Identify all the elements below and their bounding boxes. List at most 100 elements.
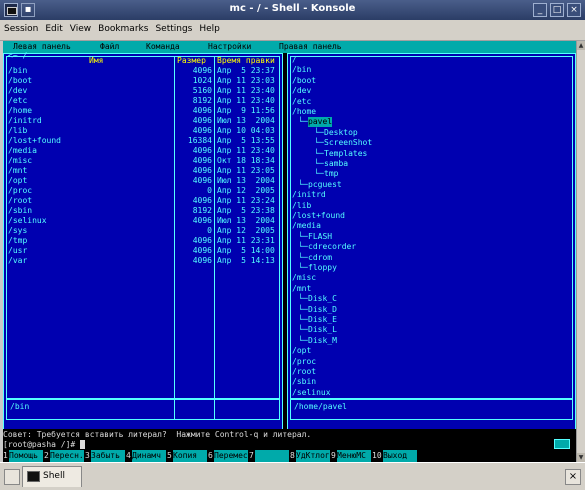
file-name: /lost+found <box>8 136 61 145</box>
tree-item[interactable]: /etc <box>292 97 311 107</box>
scroll-down-icon[interactable]: ▼ <box>577 453 585 462</box>
file-mtime: Апр 9 11:56 <box>217 106 275 115</box>
function-key-bar: 1 Помощь 2 Пересн. 3 Забыть 4 Динамч 5 Копия 6 Пере… <box>3 450 576 462</box>
tree-item[interactable]: ScreenShot <box>324 138 372 148</box>
fkey-number: 4 <box>126 450 131 462</box>
tree-item[interactable]: /home <box>292 107 316 117</box>
tree-branch-icon: └─ <box>298 325 308 335</box>
tree-item[interactable]: Disk_D <box>308 305 337 315</box>
tree-item[interactable]: /boot <box>292 76 316 86</box>
tree-branch-icon: └─ <box>298 335 308 345</box>
file-name: /media <box>8 146 37 155</box>
fkey-3-button[interactable]: Забыть <box>91 450 125 462</box>
mc-menu-right-panel[interactable]: Правая панель <box>279 41 342 53</box>
right-mini-status: /home/pavel <box>294 402 347 411</box>
tree-item[interactable]: /opt <box>292 346 311 356</box>
minimize-button[interactable]: _ <box>533 3 547 17</box>
maximize-button[interactable]: □ <box>550 3 564 17</box>
tree-item[interactable]: /lost+found <box>292 211 345 221</box>
menu-bookmarks[interactable]: Bookmarks <box>94 20 151 34</box>
tree-item[interactable]: pcguest <box>308 180 342 190</box>
file-mtime: Июл 13 2004 <box>217 116 275 125</box>
menu-settings[interactable]: Settings <box>151 20 195 34</box>
fkey-4-button[interactable]: Динамч <box>132 450 166 462</box>
screen-indicator-icon <box>554 439 570 449</box>
fkey-6-button[interactable]: Перемес <box>214 450 248 462</box>
fkey-7-button[interactable] <box>255 450 289 462</box>
tree-item[interactable]: /initrd <box>292 190 326 200</box>
file-mtime: Апр 11 23:40 <box>217 86 275 95</box>
command-line[interactable]: [root@pasha /]# <box>3 439 576 450</box>
tree-branch-icon: └─ <box>298 179 308 189</box>
mc-menu-command[interactable]: Команда <box>146 41 180 53</box>
tree-item[interactable]: /misc <box>292 273 316 283</box>
left-panel[interactable]: <~ / Имя Размер Время правки /bin 4096 Апр… <box>3 51 283 466</box>
fkey-number: 3 <box>85 450 90 462</box>
fkey-2-button[interactable]: Пересн. <box>50 450 84 462</box>
close-session-button[interactable]: × <box>565 469 581 485</box>
tree-item-selected[interactable]: pavel <box>308 117 333 128</box>
menu-session[interactable]: Session <box>0 20 41 34</box>
fkey-1-button[interactable]: Помощь <box>9 450 43 462</box>
file-size: 0 <box>207 226 212 235</box>
terminal-scrollbar[interactable]: ▲ ▼ <box>576 41 585 462</box>
file-size: 4096 <box>192 216 212 225</box>
tree-item[interactable]: Disk_E <box>308 315 337 325</box>
right-panel-tree[interactable]: //bin/boot/dev/etc/home └─ pavel └─ Desktop └… <box>287 53 576 466</box>
menu-view[interactable]: View <box>66 20 94 34</box>
fkey-number: 5 <box>167 450 172 462</box>
column-header-size[interactable]: Размер <box>177 56 206 66</box>
tree-item[interactable]: /proc <box>292 357 316 367</box>
tree-item[interactable]: Disk_C <box>308 294 337 304</box>
tree-item[interactable]: Desktop <box>324 128 358 138</box>
fkey-5-button[interactable]: Копия <box>173 450 207 462</box>
tree-item[interactable]: tmp <box>324 169 338 179</box>
tree-item[interactable]: /root <box>292 367 316 377</box>
column-header-name[interactable]: Имя <box>89 56 103 66</box>
tree-item[interactable]: Disk_L <box>308 325 337 335</box>
column-header-time[interactable]: Время правки <box>217 56 275 66</box>
file-size: 4096 <box>192 236 212 245</box>
file-name: /home <box>8 106 33 115</box>
file-size: 4096 <box>192 256 212 265</box>
file-name: /usr <box>8 246 28 255</box>
tree-item[interactable]: FLASH <box>308 232 332 242</box>
tree-item[interactable]: samba <box>324 159 348 169</box>
tree-item[interactable]: cdrecorder <box>308 242 356 252</box>
tree-item[interactable]: /sbin <box>292 377 316 387</box>
terminal-screen[interactable]: Левая панель Файл Команда Настройки Прав… <box>3 41 576 466</box>
window-titlebar[interactable]: ▪ mc - / - Shell - Konsole _ □ × <box>0 0 585 20</box>
fkey-number: 7 <box>249 450 254 462</box>
fkey-number: 1 <box>3 450 8 462</box>
menu-edit[interactable]: Edit <box>41 20 65 34</box>
tree-item[interactable]: Disk_M <box>308 336 337 346</box>
file-name: /root <box>8 196 33 205</box>
fkey-9-button[interactable]: МенюМС <box>337 450 371 462</box>
tree-item[interactable]: /bin <box>292 65 311 75</box>
tree-item[interactable]: /mnt <box>292 284 311 294</box>
mc-menu-settings[interactable]: Настройки <box>208 41 251 53</box>
mc-menu-file[interactable]: Файл <box>100 41 119 53</box>
new-session-button[interactable] <box>4 469 20 485</box>
file-size: 4096 <box>192 166 212 175</box>
tree-item[interactable]: / <box>292 55 297 65</box>
tree-item[interactable]: Templates <box>324 149 367 159</box>
file-size: 4096 <box>192 116 212 125</box>
fkey-8-button[interactable]: УдКтлог <box>296 450 330 462</box>
fkey-10-button[interactable]: Выход <box>383 450 417 462</box>
file-size: 4096 <box>192 246 212 255</box>
tree-item[interactable]: /dev <box>292 86 311 96</box>
close-button[interactable]: × <box>567 3 581 17</box>
file-name: /proc <box>8 186 33 195</box>
tree-item[interactable]: cdrom <box>308 253 332 263</box>
tree-item[interactable]: /lib <box>292 201 311 211</box>
tree-item[interactable]: /media <box>292 221 321 231</box>
tree-item[interactable]: floppy <box>308 263 337 273</box>
tree-item[interactable]: /selinux <box>292 388 331 398</box>
file-mtime: Апр 11 23:24 <box>217 196 275 205</box>
menu-help[interactable]: Help <box>195 20 223 34</box>
file-mtime: Апр 5 23:37 <box>217 66 275 75</box>
tree-branch-icon: └─ <box>298 294 308 304</box>
scroll-up-icon[interactable]: ▲ <box>577 41 585 50</box>
tab-shell[interactable]: Shell <box>22 466 82 487</box>
